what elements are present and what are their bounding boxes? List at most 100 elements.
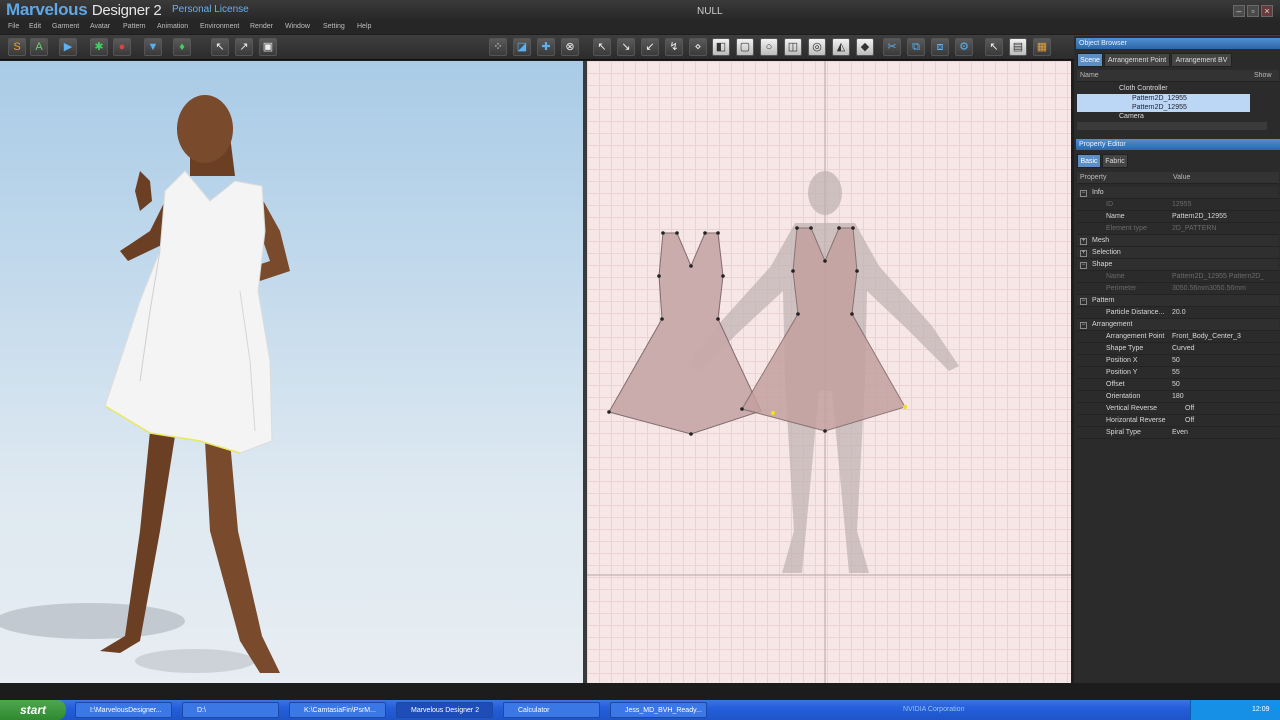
- object-browser-columns: [1077, 70, 1279, 82]
- snapshot-icon[interactable]: ▦: [1033, 38, 1051, 56]
- tab-arrangement-bv[interactable]: Arrangement BV: [1171, 53, 1232, 67]
- prop-shape-name: Name Pattern2D_12955 Pattern2D_: [1077, 271, 1279, 283]
- horizontal-scrollbar[interactable]: [1077, 122, 1267, 130]
- pattern-front: [608, 232, 762, 435]
- menu-setting[interactable]: Setting: [323, 23, 345, 30]
- clock: 12:09: [1252, 706, 1270, 713]
- menu-animation[interactable]: Animation: [157, 23, 188, 30]
- prop-spiral-type[interactable]: Spiral Type Even: [1077, 427, 1279, 439]
- curvature-icon[interactable]: ↯: [665, 38, 683, 56]
- task-camtasia[interactable]: K:\CamtasiaFin\PsrM...: [289, 702, 386, 718]
- internal-polygon-icon[interactable]: ◆: [856, 38, 874, 56]
- start-button[interactable]: start: [0, 700, 66, 720]
- menu-file[interactable]: File: [8, 23, 19, 30]
- group-shape[interactable]: − Shape: [1077, 259, 1279, 271]
- prop-vertical-reverse[interactable]: Vertical Reverse Off: [1077, 403, 1279, 415]
- sewing-icon[interactable]: ✂: [883, 38, 901, 56]
- points-icon[interactable]: ⁘: [489, 38, 507, 56]
- column-property: Property: [1080, 174, 1107, 181]
- menu-render[interactable]: Render: [250, 23, 273, 30]
- reset-icon[interactable]: ⊗: [561, 38, 579, 56]
- task-drive-d[interactable]: D:\: [182, 702, 279, 718]
- menu-window[interactable]: Window: [285, 23, 310, 30]
- prop-orientation[interactable]: Orientation 180: [1077, 391, 1279, 403]
- tab-arrangement-point[interactable]: Arrangement Point: [1104, 53, 1170, 67]
- task-jess-bvh[interactable]: Jess_MD_BVH_Ready...: [610, 702, 707, 718]
- document-title: NULL: [697, 6, 723, 17]
- animate-a-button[interactable]: A: [30, 38, 48, 56]
- column-show: Show: [1254, 72, 1272, 79]
- free-sew-icon[interactable]: ⧈: [931, 38, 949, 56]
- segment-sew-icon[interactable]: ⧉: [907, 38, 925, 56]
- tab-fabric[interactable]: Fabric: [1102, 154, 1128, 168]
- menu-environment[interactable]: Environment: [200, 23, 239, 30]
- maximize-button[interactable]: ▫: [1247, 5, 1259, 17]
- column-name: Name: [1080, 72, 1099, 79]
- tack-icon[interactable]: ✚: [537, 38, 555, 56]
- nvidia-label: NVIDIA Corporation: [903, 706, 965, 713]
- group-info[interactable]: − Info: [1077, 187, 1279, 199]
- edit-curve-icon[interactable]: ↙: [641, 38, 659, 56]
- tree-item-cloth-controller[interactable]: Cloth Controller: [1119, 85, 1168, 92]
- rectangle-icon[interactable]: ▢: [736, 38, 754, 56]
- menu-bar: [0, 22, 1280, 34]
- internal-rect-icon[interactable]: ◫: [784, 38, 802, 56]
- add-point-icon[interactable]: ⋄: [689, 38, 707, 56]
- dart-icon[interactable]: ◭: [832, 38, 850, 56]
- tab-scene[interactable]: Scene: [1077, 53, 1103, 67]
- 2d-pattern-window[interactable]: [587, 61, 1071, 683]
- select-mesh-icon[interactable]: ↗: [235, 38, 253, 56]
- prop-position-y[interactable]: Position Y 55: [1077, 367, 1279, 379]
- tab-basic[interactable]: Basic: [1077, 154, 1101, 168]
- prop-shape-type[interactable]: Shape Type Curved: [1077, 343, 1279, 355]
- prop-offset[interactable]: Offset 50: [1077, 379, 1279, 391]
- tree-item-camera[interactable]: Camera: [1119, 113, 1144, 120]
- prop-position-x[interactable]: Position X 50: [1077, 355, 1279, 367]
- prop-particle-distance[interactable]: Particle Distance... 20.0: [1077, 307, 1279, 319]
- menu-avatar[interactable]: Avatar: [90, 23, 110, 30]
- window-icon[interactable]: ▣: [259, 38, 277, 56]
- circle-icon[interactable]: ○: [760, 38, 778, 56]
- menu-help[interactable]: Help: [357, 23, 371, 30]
- group-arrangement[interactable]: − Arrangement: [1077, 319, 1279, 331]
- status-bar: [0, 683, 1280, 700]
- pattern-back: [741, 227, 906, 432]
- prop-arrangement-point[interactable]: Arrangement Point Front_Body_Center_3: [1077, 331, 1279, 343]
- group-mesh[interactable]: + Mesh: [1077, 235, 1279, 247]
- fold-icon[interactable]: ◪: [513, 38, 531, 56]
- texture-icon[interactable]: ▤: [1009, 38, 1027, 56]
- license-label: Personal License: [172, 4, 249, 15]
- object-browser-header: Object Browser: [1076, 38, 1280, 49]
- menu-garment[interactable]: Garment: [52, 23, 79, 30]
- menu-edit[interactable]: Edit: [29, 23, 41, 30]
- property-editor-header: Property Editor: [1076, 139, 1280, 150]
- tree-item-pattern[interactable]: Pattern2D_12955: [1132, 95, 1187, 102]
- avatar-move-icon[interactable]: ✱: [90, 38, 108, 56]
- menu-pattern[interactable]: Pattern: [123, 23, 146, 30]
- task-explorer[interactable]: I:\MarvelousDesigner...: [75, 702, 172, 718]
- garment-icon[interactable]: ▼: [144, 38, 162, 56]
- 3d-viewport[interactable]: [0, 61, 583, 683]
- tree-item-pattern[interactable]: Pattern2D_12955: [1132, 104, 1187, 111]
- task-marvelous-designer[interactable]: Marvelous Designer 2: [396, 702, 493, 718]
- internal-circle-icon[interactable]: ◎: [808, 38, 826, 56]
- pin-icon[interactable]: ↖: [985, 38, 1003, 56]
- select-arrow-icon[interactable]: ↖: [211, 38, 229, 56]
- pattern-select-icon[interactable]: ↖: [593, 38, 611, 56]
- prop-perimeter: Perimeter 3050.56mm3050.56mm: [1077, 283, 1279, 295]
- close-button[interactable]: ×: [1261, 5, 1273, 17]
- avatar-icon[interactable]: ♦: [173, 38, 191, 56]
- task-calculator[interactable]: Calculator: [503, 702, 600, 718]
- column-value: Value: [1173, 174, 1191, 181]
- prop-horizontal-reverse[interactable]: Horizontal Reverse Off: [1077, 415, 1279, 427]
- polygon-icon[interactable]: ◧: [712, 38, 730, 56]
- group-selection[interactable]: + Selection: [1077, 247, 1279, 259]
- prop-name[interactable]: Name Pattern2D_12955: [1077, 211, 1279, 223]
- group-pattern[interactable]: − Pattern: [1077, 295, 1279, 307]
- edit-point-icon[interactable]: ↘: [617, 38, 635, 56]
- minimize-button[interactable]: –: [1233, 5, 1245, 17]
- record-icon[interactable]: ●: [113, 38, 131, 56]
- simulate-s-button[interactable]: S: [8, 38, 26, 56]
- edit-sewing-icon[interactable]: ⚙: [955, 38, 973, 56]
- play-icon[interactable]: ▶: [59, 38, 77, 56]
